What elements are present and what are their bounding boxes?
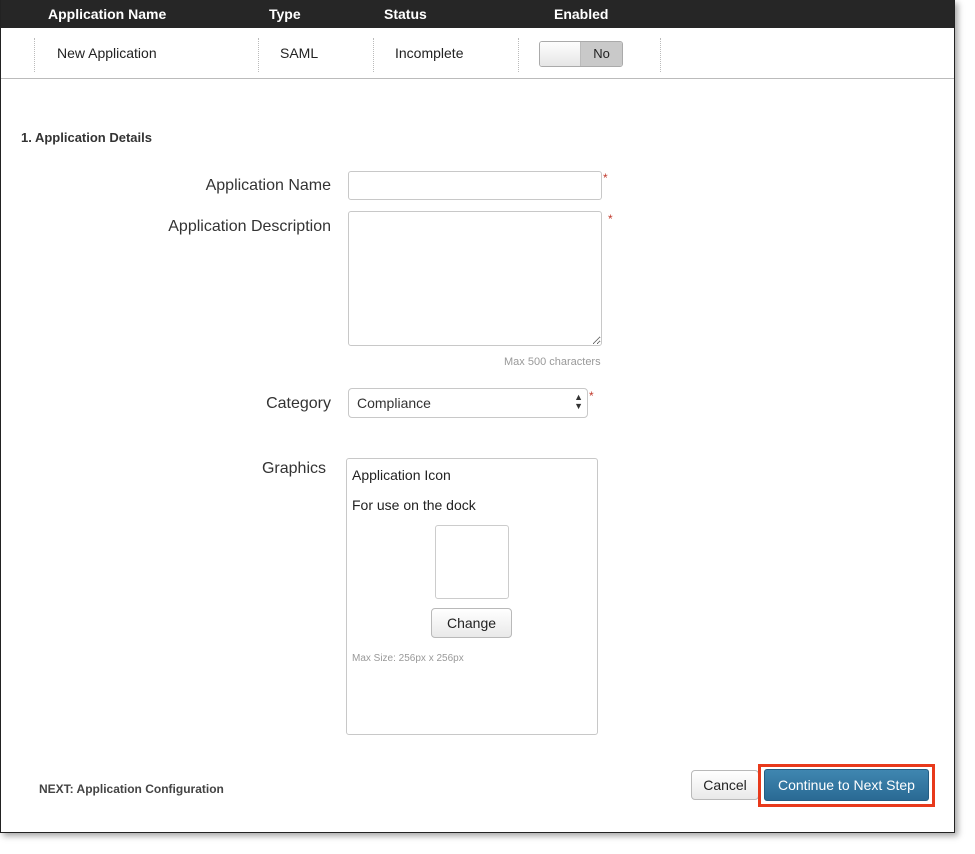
continue-button[interactable]: Continue to Next Step <box>764 769 929 801</box>
application-wizard-window: Application Name Type Status Enabled New… <box>0 0 955 833</box>
icon-preview <box>435 525 509 599</box>
required-marker: * <box>589 389 594 403</box>
category-label: Category <box>266 395 331 412</box>
description-max-hint: Max 500 characters <box>504 356 601 368</box>
row-application-name: New Application <box>57 45 157 61</box>
header-application-name: Application Name <box>48 6 167 22</box>
header-status: Status <box>384 6 427 22</box>
table-row: New Application SAML Incomplete No <box>1 28 954 79</box>
row-type: SAML <box>280 45 319 61</box>
column-divider <box>258 38 259 72</box>
table-header: Application Name Type Status Enabled <box>1 0 954 28</box>
application-icon-title: Application Icon <box>352 467 451 483</box>
application-description-label: Application Description <box>168 218 331 235</box>
application-name-input[interactable] <box>348 171 602 200</box>
change-icon-button[interactable]: Change <box>431 608 512 638</box>
toggle-state-label: No <box>581 42 622 66</box>
required-marker: * <box>603 171 608 185</box>
column-divider <box>518 38 519 72</box>
row-status: Incomplete <box>395 45 464 61</box>
category-selected-value: Compliance <box>357 395 431 411</box>
category-select[interactable]: Compliance ▲ ▼ <box>348 388 588 418</box>
column-divider <box>34 38 35 72</box>
next-step-text: NEXT: Application Configuration <box>39 782 224 796</box>
graphics-label: Graphics <box>261 460 326 477</box>
column-divider <box>373 38 374 72</box>
cancel-button[interactable]: Cancel <box>691 770 759 800</box>
column-divider <box>660 38 661 72</box>
required-marker: * <box>608 212 613 226</box>
section-title: 1. Application Details <box>21 130 152 145</box>
application-name-label: Application Name <box>205 177 331 194</box>
application-description-textarea[interactable] <box>348 211 602 346</box>
application-icon-subtitle: For use on the dock <box>352 497 476 513</box>
header-enabled: Enabled <box>554 6 609 22</box>
header-type: Type <box>269 6 301 22</box>
toggle-knob <box>540 42 581 66</box>
icon-max-size-hint: Max Size: 256px x 256px <box>352 653 464 664</box>
application-icon-panel: Application Icon For use on the dock Cha… <box>346 458 598 735</box>
select-arrows-icon: ▲ ▼ <box>574 392 583 411</box>
enabled-toggle[interactable]: No <box>539 41 623 67</box>
